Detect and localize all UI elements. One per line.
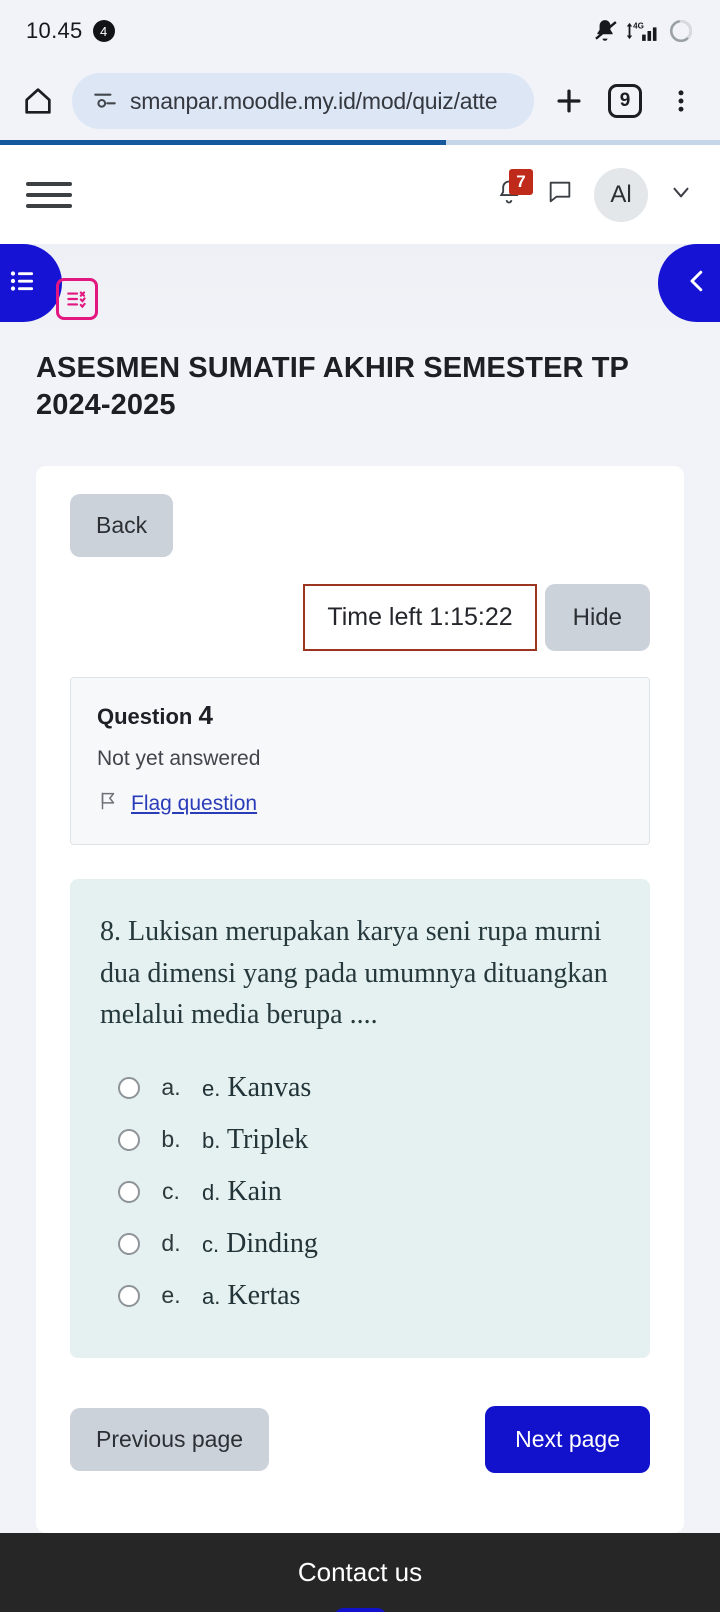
flag-question-link[interactable]: Flag question — [131, 792, 257, 816]
question-heading: Question 4 — [97, 700, 623, 731]
answer-radio[interactable] — [118, 1128, 140, 1151]
answer-text-body: Dinding — [226, 1227, 318, 1259]
flag-question-row[interactable]: Flag question — [97, 789, 623, 818]
tab-counter-button[interactable]: 9 — [604, 80, 646, 122]
answer-text-prefix: a. — [202, 1283, 221, 1309]
navbar-right-group: 7 Al — [492, 167, 694, 222]
site-settings-icon[interactable] — [92, 86, 118, 117]
notification-badge: 7 — [509, 168, 533, 195]
answer-text: b. Triplek — [202, 1124, 308, 1156]
answer-letter: b. — [161, 1126, 181, 1153]
plus-icon[interactable] — [548, 80, 590, 122]
android-status-bar: 10.45 4 4G — [0, 0, 720, 62]
answer-text: d. Kain — [202, 1176, 282, 1208]
url-bar[interactable]: smanpar.moodle.my.id/mod/quiz/atte — [72, 73, 534, 129]
home-icon[interactable] — [18, 81, 58, 121]
answer-option-d[interactable]: d. c. Dinding — [100, 1218, 620, 1270]
page-load-progress-bar — [0, 140, 720, 145]
drawer-toggle[interactable] — [658, 244, 720, 322]
footer-title: Contact us — [297, 1556, 423, 1587]
question-label: Question — [97, 704, 193, 730]
answer-radio[interactable] — [118, 1232, 140, 1255]
status-bar-notification-count: 4 — [92, 20, 115, 42]
answer-text-prefix: e. — [202, 1075, 221, 1101]
answer-letter: a. — [161, 1074, 181, 1101]
previous-page-button[interactable]: Previous page — [70, 1407, 270, 1471]
question-body: 8. Lukisan merupakan karya seni rupa mur… — [70, 879, 650, 1358]
content-wrapper: Back Time left 1:15:22 Hide Question 4 N… — [0, 424, 720, 1533]
list-icon — [8, 266, 38, 301]
answer-text-prefix: d. — [202, 1179, 221, 1205]
answer-radio[interactable] — [118, 1076, 140, 1099]
signal-4g-icon: 4G — [625, 18, 661, 44]
message-bubble-icon — [546, 181, 574, 210]
avatar-initials: Al — [610, 180, 632, 208]
back-button-row: Back — [70, 494, 650, 558]
svg-text:4G: 4G — [633, 21, 644, 30]
notifications-button[interactable]: 7 — [492, 168, 533, 215]
flag-outline-icon — [97, 789, 119, 818]
chevron-down-icon[interactable] — [668, 179, 694, 210]
hamburger-icon[interactable] — [26, 178, 72, 212]
question-text: 8. Lukisan merupakan karya seni rupa mur… — [100, 916, 608, 1031]
quiz-card: Back Time left 1:15:22 Hide Question 4 N… — [36, 466, 684, 1533]
answer-text-prefix: c. — [202, 1231, 220, 1257]
answer-letter: c. — [162, 1178, 180, 1205]
answer-option-b[interactable]: b. b. Triplek — [100, 1114, 620, 1166]
quiz-navigation-buttons: Previous page Next page — [70, 1405, 650, 1473]
next-page-button[interactable]: Next page — [485, 1405, 650, 1473]
answer-text: e. Kanvas — [202, 1072, 311, 1104]
footer-website-link[interactable] — [333, 1607, 387, 1612]
status-bar-right: 4G — [592, 18, 694, 44]
question-info-box: Question 4 Not yet answered Flag questio… — [70, 677, 650, 846]
three-dot-menu-icon[interactable] — [660, 80, 702, 122]
tab-count-label: 9 — [608, 84, 642, 118]
timer-row: Time left 1:15:22 Hide — [70, 584, 650, 652]
status-bar-left: 10.45 4 — [26, 18, 115, 44]
answer-text-body: Kain — [227, 1175, 282, 1207]
phone-screen: 10.45 4 4G smanpar.moodle.my.id/mod/quiz… — [0, 0, 720, 1612]
avatar[interactable]: Al — [594, 167, 648, 222]
answer-radio[interactable] — [118, 1284, 140, 1307]
side-tabs-row — [0, 244, 720, 340]
answer-option-c[interactable]: c. d. Kain — [100, 1166, 620, 1218]
bell-muted-icon — [592, 18, 618, 44]
moodle-navbar: 7 Al — [0, 145, 720, 244]
course-index-toggle[interactable] — [0, 244, 62, 322]
answer-options: a. e. Kanvas b. b. Triplek c. d. Kain d. c. Din… — [100, 1062, 620, 1322]
messages-button[interactable] — [546, 178, 574, 211]
question-state: Not yet answered — [97, 747, 261, 771]
answer-letter: e. — [161, 1282, 181, 1309]
quiz-timer: Time left 1:15:22 — [303, 584, 537, 652]
answer-text-body: Kanvas — [227, 1071, 312, 1103]
browser-toolbar: smanpar.moodle.my.id/mod/quiz/atte 9 — [0, 62, 720, 140]
url-text: smanpar.moodle.my.id/mod/quiz/atte — [130, 87, 498, 114]
answer-option-e[interactable]: e. a. Kertas — [100, 1270, 620, 1322]
quiz-checklist-icon — [56, 278, 98, 320]
chevron-left-icon — [682, 266, 712, 301]
answer-text: c. Dinding — [202, 1228, 318, 1260]
battery-icon — [668, 18, 694, 44]
answer-text-prefix: b. — [202, 1127, 221, 1153]
answer-text-body: Kertas — [227, 1279, 301, 1311]
answer-letter: d. — [161, 1230, 181, 1257]
answer-text-body: Triplek — [226, 1123, 309, 1155]
hide-timer-button[interactable]: Hide — [544, 584, 650, 652]
answer-radio[interactable] — [118, 1180, 140, 1203]
back-button[interactable]: Back — [70, 494, 174, 558]
status-bar-clock: 10.45 — [26, 18, 83, 43]
page-title: ASESMEN SUMATIF AKHIR SEMESTER TP 2024-2… — [36, 352, 629, 422]
answer-option-a[interactable]: a. e. Kanvas — [100, 1062, 620, 1114]
answer-text: a. Kertas — [202, 1280, 300, 1312]
site-footer: Contact us — [0, 1532, 720, 1612]
question-number: 4 — [198, 700, 213, 731]
